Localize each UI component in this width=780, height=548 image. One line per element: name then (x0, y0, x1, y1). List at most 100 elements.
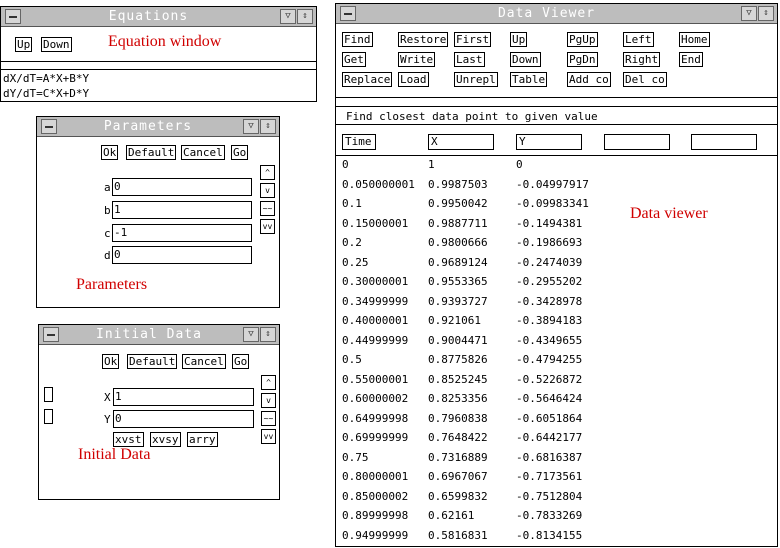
param-default-button[interactable]: Default (126, 145, 177, 160)
dv-get-button[interactable]: Get (342, 52, 366, 67)
dv-table-button[interactable]: Table (510, 72, 548, 87)
param-page-down-button[interactable]: vv (260, 219, 275, 234)
table-cell: 0.94999999 (342, 528, 409, 542)
dv-delete-column-button[interactable]: Del co (623, 72, 667, 87)
init-scroll-down-button[interactable]: v (261, 393, 276, 408)
dv-restore-button[interactable]: Restore (398, 32, 449, 47)
init-cancel-button[interactable]: Cancel (182, 354, 226, 369)
table-row[interactable]: 0.75 0.7316889 -0.6816387 (336, 451, 777, 470)
dv-left-button[interactable]: Left (623, 32, 654, 47)
param-field-d[interactable]: 0 (112, 246, 252, 264)
param-field-b[interactable]: 1 (112, 201, 252, 219)
param-field-c[interactable]: -1 (112, 224, 252, 242)
table-row[interactable]: 0.94999999 0.5816831 -0.8134155 (336, 528, 777, 547)
table-row[interactable]: 0 1 0 (336, 158, 777, 177)
init-field-x[interactable]: 1 (113, 388, 254, 406)
dv-column-header-5[interactable] (691, 134, 757, 150)
dv-first-button[interactable]: First (454, 32, 492, 47)
dv-pgdn-button[interactable]: PgDn (567, 52, 598, 67)
param-page-up-button[interactable]: ~~ (260, 201, 275, 216)
maximize-icon[interactable]: ⇕ (260, 119, 276, 134)
plot-xvst-button[interactable]: xvst (113, 432, 144, 447)
param-scroll-down-button[interactable]: v (260, 183, 275, 198)
init-default-button[interactable]: Default (127, 354, 178, 369)
dv-right-button[interactable]: Right (623, 52, 661, 67)
minimize-icon[interactable]: ▽ (280, 9, 296, 24)
window-menu-icon[interactable] (43, 327, 59, 342)
equation-line[interactable]: dY/dT=C*X+D*Y (3, 87, 89, 100)
table-row[interactable]: 0.60000002 0.8253356 -0.5646424 (336, 392, 777, 411)
table-row[interactable]: 0.5 0.8775826 -0.4794255 (336, 353, 777, 372)
dv-unrepl-button[interactable]: Unrepl (454, 72, 498, 87)
param-ok-button[interactable]: Ok (101, 145, 119, 160)
table-row[interactable]: 0.44999999 0.9004471 -0.4349655 (336, 334, 777, 353)
table-row[interactable]: 0.64999998 0.7960838 -0.6051864 (336, 412, 777, 431)
table-row[interactable]: 0.80000001 0.6967067 -0.7173561 (336, 470, 777, 489)
param-scroll-up-button[interactable]: ^ (260, 165, 275, 180)
minimize-icon[interactable]: ▽ (243, 327, 259, 342)
table-cell: 0.921061 (428, 314, 481, 327)
dv-load-button[interactable]: Load (398, 72, 429, 87)
divider (336, 124, 777, 125)
param-field-a[interactable]: 0 (112, 178, 252, 196)
table-cell: -0.5646424 (516, 392, 583, 405)
maximize-icon[interactable]: ⇕ (758, 6, 774, 21)
init-checkbox-y[interactable] (44, 409, 53, 424)
init-page-down-button[interactable]: vv (261, 429, 276, 444)
param-cancel-button[interactable]: Cancel (181, 145, 225, 160)
dv-last-button[interactable]: Last (454, 52, 485, 67)
dv-column-header-4[interactable] (604, 134, 670, 150)
dv-home-button[interactable]: Home (679, 32, 710, 47)
minimize-icon[interactable]: ▽ (741, 6, 757, 21)
dv-write-button[interactable]: Write (398, 52, 436, 67)
dv-up-button[interactable]: Up (510, 32, 528, 47)
dv-end-button[interactable]: End (679, 52, 703, 67)
eq-down-button[interactable]: Down (41, 37, 72, 52)
dv-pgup-button[interactable]: PgUp (567, 32, 598, 47)
table-row[interactable]: 0.85000002 0.6599832 -0.7512804 (336, 490, 777, 509)
table-cell: 0.8253356 (428, 392, 488, 405)
dv-add-column-button[interactable]: Add co (567, 72, 611, 87)
data-viewer-titlebar[interactable]: Data Viewer ▽ ⇕ (336, 4, 777, 24)
dv-column-header-time[interactable]: Time (342, 134, 376, 150)
equations-titlebar[interactable]: Equations ▽ ⇕ (1, 7, 316, 27)
table-cell: 0.15000001 (342, 216, 409, 230)
window-menu-icon[interactable] (5, 9, 21, 24)
init-field-y[interactable]: 0 (113, 410, 254, 428)
init-ok-button[interactable]: Ok (102, 354, 120, 369)
dv-replace-button[interactable]: Replace (342, 72, 393, 87)
equation-line[interactable]: dX/dT=A*X+B*Y (3, 72, 89, 85)
table-row[interactable]: 0.40000001 0.921061 -0.3894183 (336, 314, 777, 333)
table-cell: 0.40000001 (342, 314, 409, 327)
plot-arry-button[interactable]: arry (187, 432, 218, 447)
table-row[interactable]: 0.34999999 0.9393727 -0.3428978 (336, 295, 777, 314)
plot-xvsy-button[interactable]: xvsy (150, 432, 181, 447)
table-row[interactable]: 0.15000001 0.9887711 -0.1494381 (336, 217, 777, 236)
minimize-icon[interactable]: ▽ (243, 119, 259, 134)
dv-down-button[interactable]: Down (510, 52, 541, 67)
table-row[interactable]: 0.30000001 0.9553365 -0.2955202 (336, 275, 777, 294)
dv-find-button[interactable]: Find (342, 32, 373, 47)
dv-column-header-x[interactable]: X (428, 134, 494, 150)
window-menu-icon[interactable] (41, 119, 57, 134)
maximize-icon[interactable]: ⇕ (260, 327, 276, 342)
table-cell: 0.9393727 (428, 294, 488, 308)
table-row[interactable]: 0.1 0.9950042 -0.09983341 (336, 197, 777, 216)
parameters-titlebar[interactable]: Parameters ▽ ⇕ (37, 117, 279, 137)
dv-column-header-y[interactable]: Y (516, 134, 582, 150)
init-scroll-up-button[interactable]: ^ (261, 375, 276, 390)
table-row[interactable]: 0.25 0.9689124 -0.2474039 (336, 256, 777, 275)
initial-data-titlebar[interactable]: Initial Data ▽ ⇕ (39, 325, 279, 345)
param-go-button[interactable]: Go (231, 145, 249, 160)
table-row[interactable]: 0.69999999 0.7648422 -0.6442177 (336, 431, 777, 450)
eq-up-button[interactable]: Up (15, 37, 33, 52)
maximize-icon[interactable]: ⇕ (297, 9, 313, 24)
init-checkbox-x[interactable] (44, 387, 53, 402)
table-row[interactable]: 0.2 0.9800666 -0.1986693 (336, 236, 777, 255)
table-row[interactable]: 0.89999998 0.62161 -0.7833269 (336, 509, 777, 528)
init-page-up-button[interactable]: ~~ (261, 411, 276, 426)
table-row[interactable]: 0.55000001 0.8525245 -0.5226872 (336, 373, 777, 392)
init-go-button[interactable]: Go (232, 354, 250, 369)
window-menu-icon[interactable] (340, 6, 356, 21)
table-row[interactable]: 0.050000001 0.9987503 -0.04997917 (336, 178, 777, 197)
